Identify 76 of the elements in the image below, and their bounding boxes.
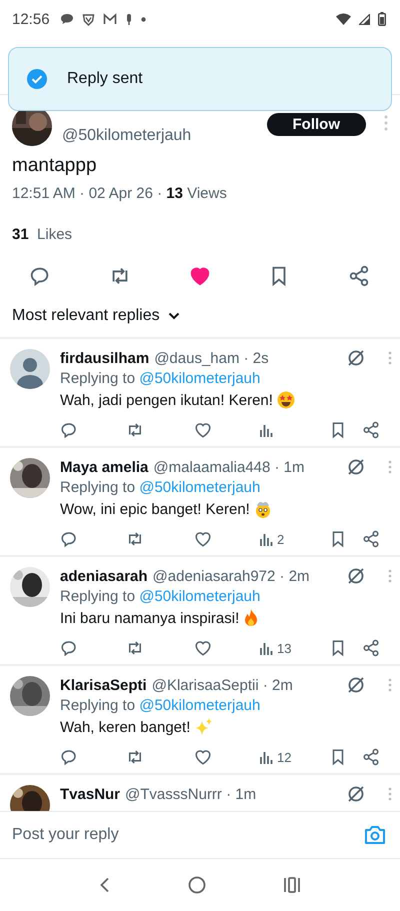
- slashed-circle-icon[interactable]: [347, 567, 365, 585]
- slashed-circle-icon[interactable]: [347, 676, 365, 694]
- reply-author-handle: @TvasssNurrr · 1m: [125, 786, 256, 802]
- reply-author-name[interactable]: adeniasarah: [60, 568, 148, 584]
- dot-icon: [140, 16, 146, 22]
- star-eyes-emoji-icon: [277, 391, 296, 409]
- post-text: mantappp: [11, 154, 98, 178]
- reply-icon[interactable]: [60, 639, 78, 657]
- shield-icon: [82, 12, 95, 26]
- views-icon[interactable]: [259, 423, 273, 437]
- heart-icon[interactable]: [194, 421, 212, 439]
- wifi-icon: [336, 13, 351, 25]
- reply-text: Wah, keren banget!: [60, 718, 192, 736]
- reply-author-name[interactable]: TvasNur: [60, 786, 120, 802]
- author-handle[interactable]: @50kilometerjauh: [62, 126, 256, 145]
- reply-author-name[interactable]: KlarisaSepti: [60, 676, 147, 694]
- reply-field[interactable]: Post your reply: [12, 826, 364, 844]
- reply-author-handle: @adeniasarah972 · 2m: [152, 568, 310, 584]
- reply-author-handle: @KlarisaaSeptii · 2m: [152, 676, 293, 694]
- views-icon[interactable]: [259, 750, 273, 764]
- heart-icon[interactable]: [194, 530, 212, 548]
- reply-author-handle: @daus_ham · 2s: [154, 350, 269, 366]
- status-time: 12:56: [12, 10, 50, 28]
- heart-icon[interactable]: [194, 639, 212, 657]
- reply-icon[interactable]: [29, 265, 51, 287]
- replying-to-text: Replying to @50kilometerjauh: [60, 479, 262, 496]
- repost-icon[interactable]: [126, 639, 144, 657]
- slashed-circle-icon[interactable]: [347, 349, 365, 367]
- share-icon[interactable]: [362, 639, 380, 657]
- back-icon[interactable]: [98, 877, 111, 893]
- views-icon[interactable]: [259, 641, 273, 655]
- toast-message: Reply sent: [67, 70, 143, 88]
- repost-icon[interactable]: [126, 748, 144, 766]
- share-icon[interactable]: [362, 748, 380, 766]
- fire-emoji-icon: [243, 609, 260, 627]
- heart-icon[interactable]: [194, 748, 212, 766]
- views-count: 2: [277, 532, 284, 546]
- replying-to-text: Replying to @50kilometerjauh: [60, 370, 262, 387]
- replying-to-text: Replying to @50kilometerjauh: [60, 697, 262, 714]
- share-icon[interactable]: [362, 530, 380, 548]
- share-icon[interactable]: [348, 265, 370, 287]
- microphone-icon: [124, 12, 133, 26]
- post-meta: 12:51 AM · 02 Apr 26 · 13 Views: [11, 184, 228, 204]
- reply-text: Wow, ini epic banget! Keren!: [60, 500, 251, 518]
- mail-icon: [102, 13, 117, 25]
- share-icon[interactable]: [362, 421, 380, 439]
- reply-icon[interactable]: [60, 421, 78, 439]
- likes-count[interactable]: 31 Likes: [0, 212, 400, 257]
- repost-icon[interactable]: [126, 421, 144, 439]
- check-circle-icon: [27, 69, 47, 89]
- reply-text: Wah, jadi pengen ikutan! Keren!: [60, 392, 274, 408]
- reply-author-handle: @malaamalia448 · 1m: [153, 458, 305, 476]
- sort-dropdown[interactable]: Most relevant replies: [0, 295, 192, 337]
- reply-author-name[interactable]: Maya amelia: [60, 458, 148, 476]
- chevron-down-icon: [168, 312, 180, 320]
- reply-icon[interactable]: [60, 748, 78, 766]
- slashed-circle-icon[interactable]: [347, 785, 365, 803]
- signal-icon: [359, 14, 370, 24]
- views-icon[interactable]: [259, 532, 273, 546]
- camera-icon[interactable]: [364, 825, 386, 845]
- reply-icon[interactable]: [60, 530, 78, 548]
- repost-icon[interactable]: [126, 530, 144, 548]
- reply-text: Ini baru namanya inspirasi!: [60, 610, 240, 626]
- heart-icon[interactable]: [188, 265, 210, 287]
- views-count: 12: [277, 750, 292, 764]
- slashed-circle-icon[interactable]: [347, 458, 365, 476]
- reply-author-name[interactable]: firdausilham: [60, 350, 150, 366]
- replying-to-text: Replying to @50kilometerjauh: [60, 588, 262, 605]
- home-icon[interactable]: [188, 876, 206, 894]
- chat-bubble-icon: [60, 13, 74, 25]
- exploding-head-emoji-icon: [254, 500, 272, 518]
- recent-apps-icon[interactable]: [283, 877, 302, 893]
- follow-button[interactable]: Follow: [266, 112, 366, 136]
- views-count: 13: [277, 640, 292, 656]
- sparkles-emoji-icon: [194, 718, 213, 736]
- battery-icon: [378, 12, 386, 26]
